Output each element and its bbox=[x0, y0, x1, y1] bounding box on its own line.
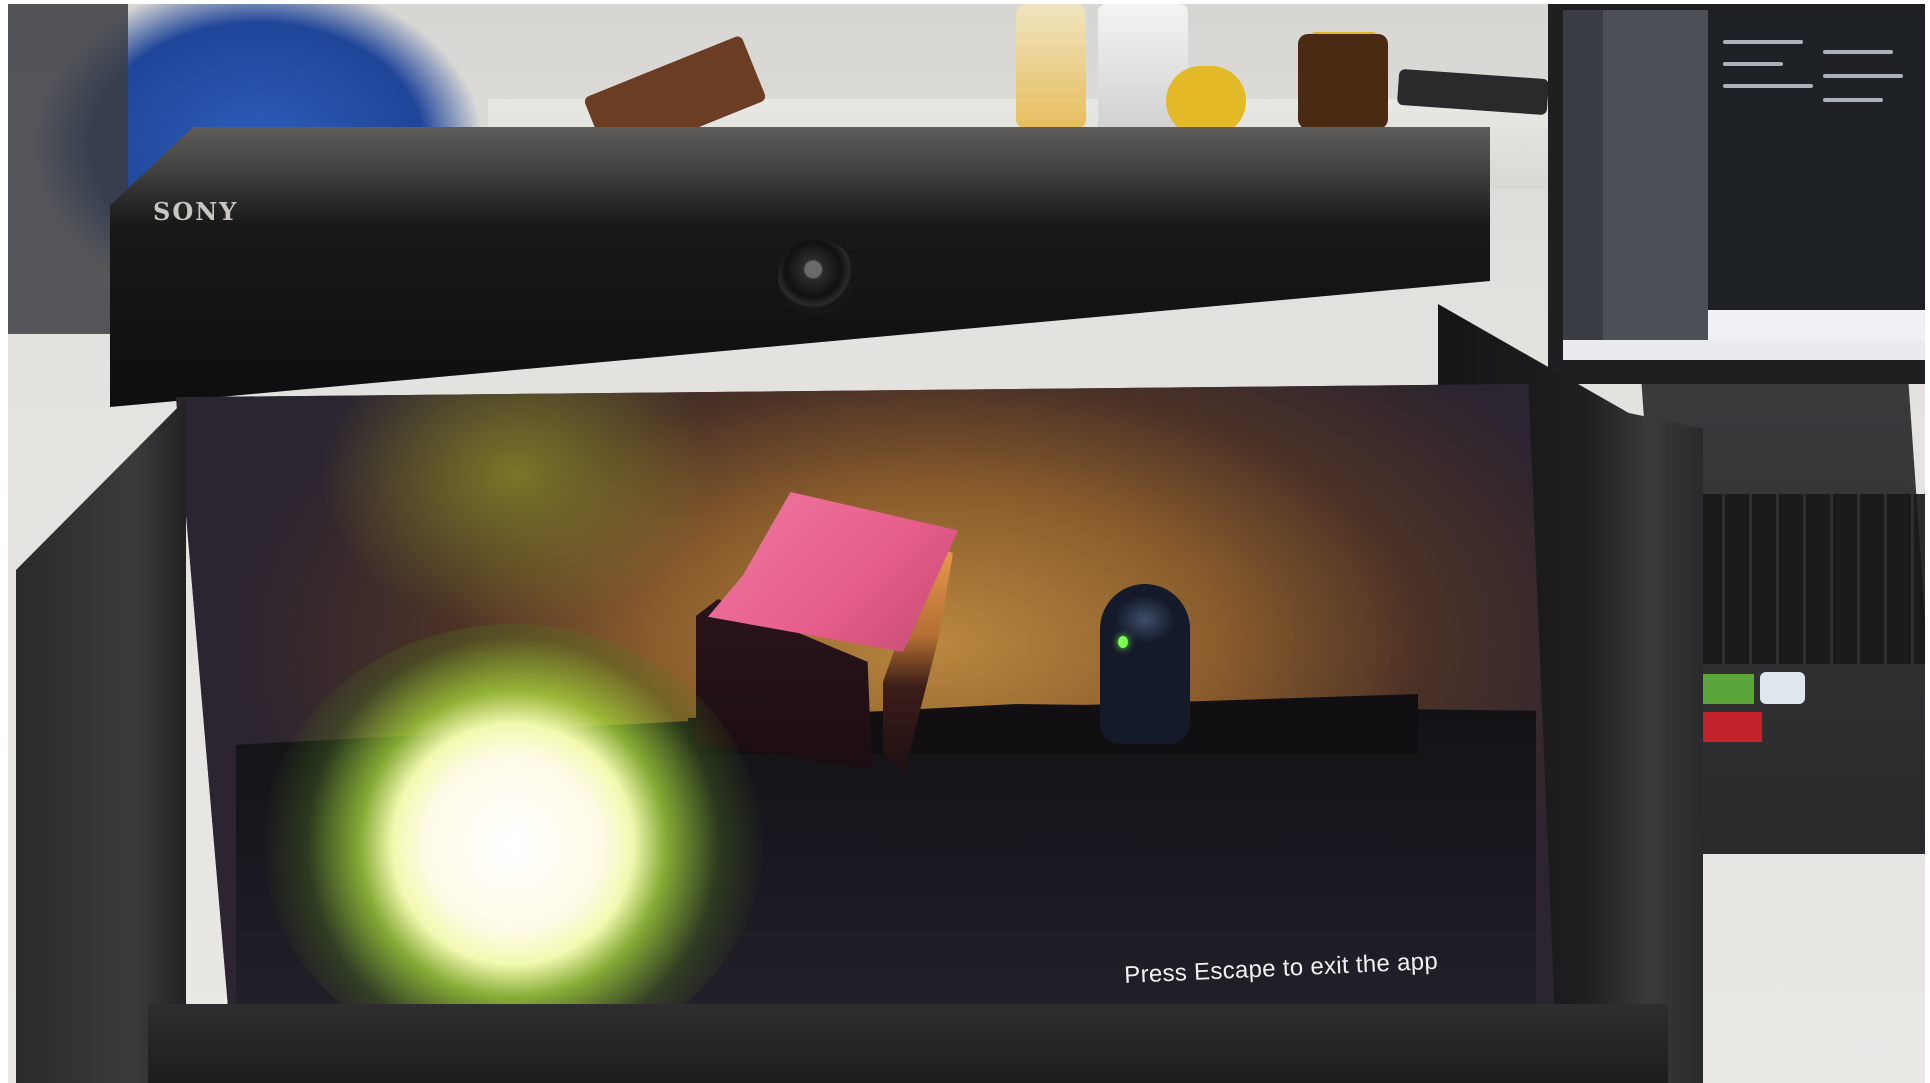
capsule-character bbox=[1100, 584, 1190, 744]
display-frame-bottom bbox=[148, 1004, 1668, 1083]
laptop-sidebar bbox=[1563, 10, 1603, 360]
laptop-keyboard bbox=[1698, 494, 1925, 664]
laptop-nav-panel bbox=[1603, 10, 1708, 360]
tape-roll bbox=[1166, 66, 1246, 136]
tea-bottle bbox=[1016, 4, 1086, 129]
laptop-file-panel bbox=[1708, 10, 1925, 310]
screen-glare bbox=[1838, 1044, 1898, 1066]
camera-icon bbox=[778, 239, 856, 315]
capsule-eye-light bbox=[1118, 636, 1128, 648]
laptop-display bbox=[1563, 10, 1925, 360]
laptop-taskbar bbox=[1563, 340, 1925, 360]
jar bbox=[1298, 34, 1388, 129]
nvidia-sticker bbox=[1696, 674, 1754, 704]
glowing-orb bbox=[263, 624, 763, 1064]
photo: SONY Press Escape to exit the app bbox=[8, 4, 1925, 1083]
intel-sticker bbox=[1760, 672, 1805, 704]
sony-logo: SONY bbox=[153, 197, 239, 226]
killer-sticker bbox=[1700, 712, 1762, 742]
